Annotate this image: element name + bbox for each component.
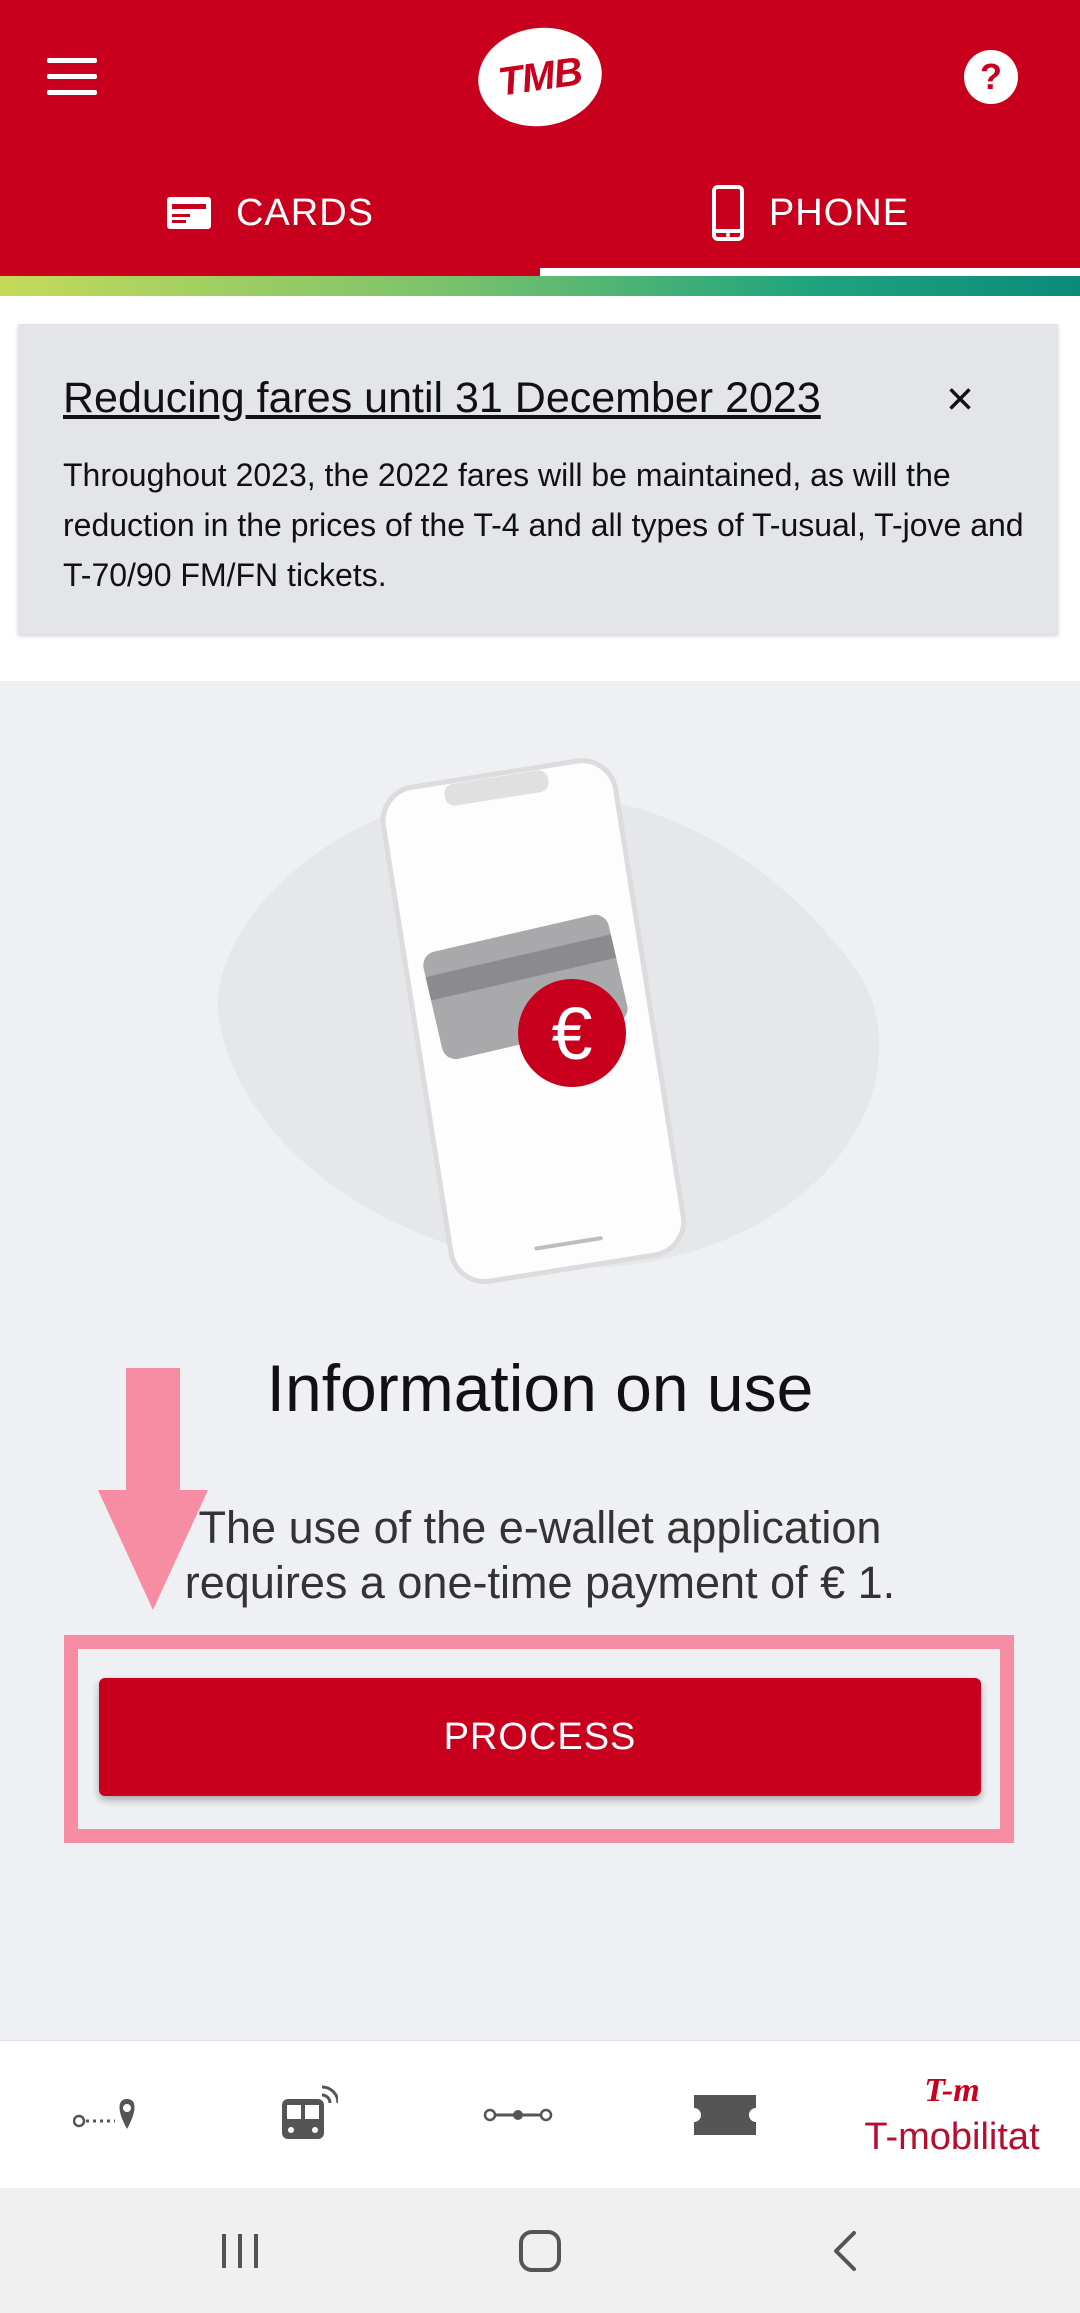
- nav-item-metro[interactable]: [410, 2041, 626, 2189]
- brand-gradient-strip: [0, 276, 1080, 296]
- bus-realtime-icon: [282, 2085, 338, 2139]
- system-navigation-bar: [0, 2188, 1080, 2313]
- ticket-icon: [694, 2095, 756, 2135]
- route-planner-icon: [73, 2099, 135, 2129]
- info-text: The use of the e-wallet application requ…: [184, 1502, 896, 1608]
- notice-title[interactable]: Reducing fares until 31 December 2023: [63, 374, 821, 423]
- tmb-logo: TMB: [471, 19, 609, 135]
- nav-item-t-mobilitat[interactable]: T-m T-mobilitat: [844, 2041, 1060, 2189]
- phone-payment-illustration: €: [217, 758, 880, 1285]
- tab-phone-label: PHONE: [768, 191, 910, 234]
- top-app-bar: TMB ?: [0, 0, 1080, 150]
- tab-cards[interactable]: CARDS: [0, 150, 540, 276]
- process-button[interactable]: PROCESS: [99, 1678, 981, 1796]
- help-icon[interactable]: ?: [964, 50, 1018, 104]
- card-icon: [166, 197, 211, 229]
- metro-line-icon: [483, 2108, 553, 2122]
- nav-item-tickets[interactable]: [617, 2041, 833, 2189]
- tab-cards-label: CARDS: [235, 191, 375, 234]
- tab-phone[interactable]: PHONE: [540, 150, 1080, 276]
- notice-card: Reducing fares until 31 December 2023 × …: [18, 324, 1058, 634]
- nav-label-t-mobilitat: T-mobilitat: [864, 2115, 1040, 2158]
- logo-text: TMB: [495, 48, 585, 105]
- notice-section: Reducing fares until 31 December 2023 × …: [0, 296, 1080, 681]
- tab-bar: CARDS PHONE: [0, 150, 1080, 276]
- close-icon[interactable]: ×: [946, 372, 974, 427]
- home-icon[interactable]: [510, 2188, 570, 2313]
- active-tab-indicator: [540, 268, 1080, 276]
- nav-item-route-planner[interactable]: [0, 2041, 216, 2189]
- back-icon[interactable]: [815, 2188, 875, 2313]
- phone-icon: [711, 185, 744, 241]
- t-mobilitat-icon: T-m: [924, 2071, 980, 2109]
- menu-icon[interactable]: [47, 58, 97, 96]
- nav-item-bus[interactable]: [200, 2041, 416, 2189]
- down-arrow-icon: [98, 1368, 208, 1610]
- euro-icon: €: [551, 992, 592, 1075]
- bottom-navigation: T-m T-mobilitat: [0, 2040, 1080, 2189]
- recent-apps-icon[interactable]: [210, 2188, 270, 2313]
- notice-body: Throughout 2023, the 2022 fares will be …: [63, 457, 1024, 593]
